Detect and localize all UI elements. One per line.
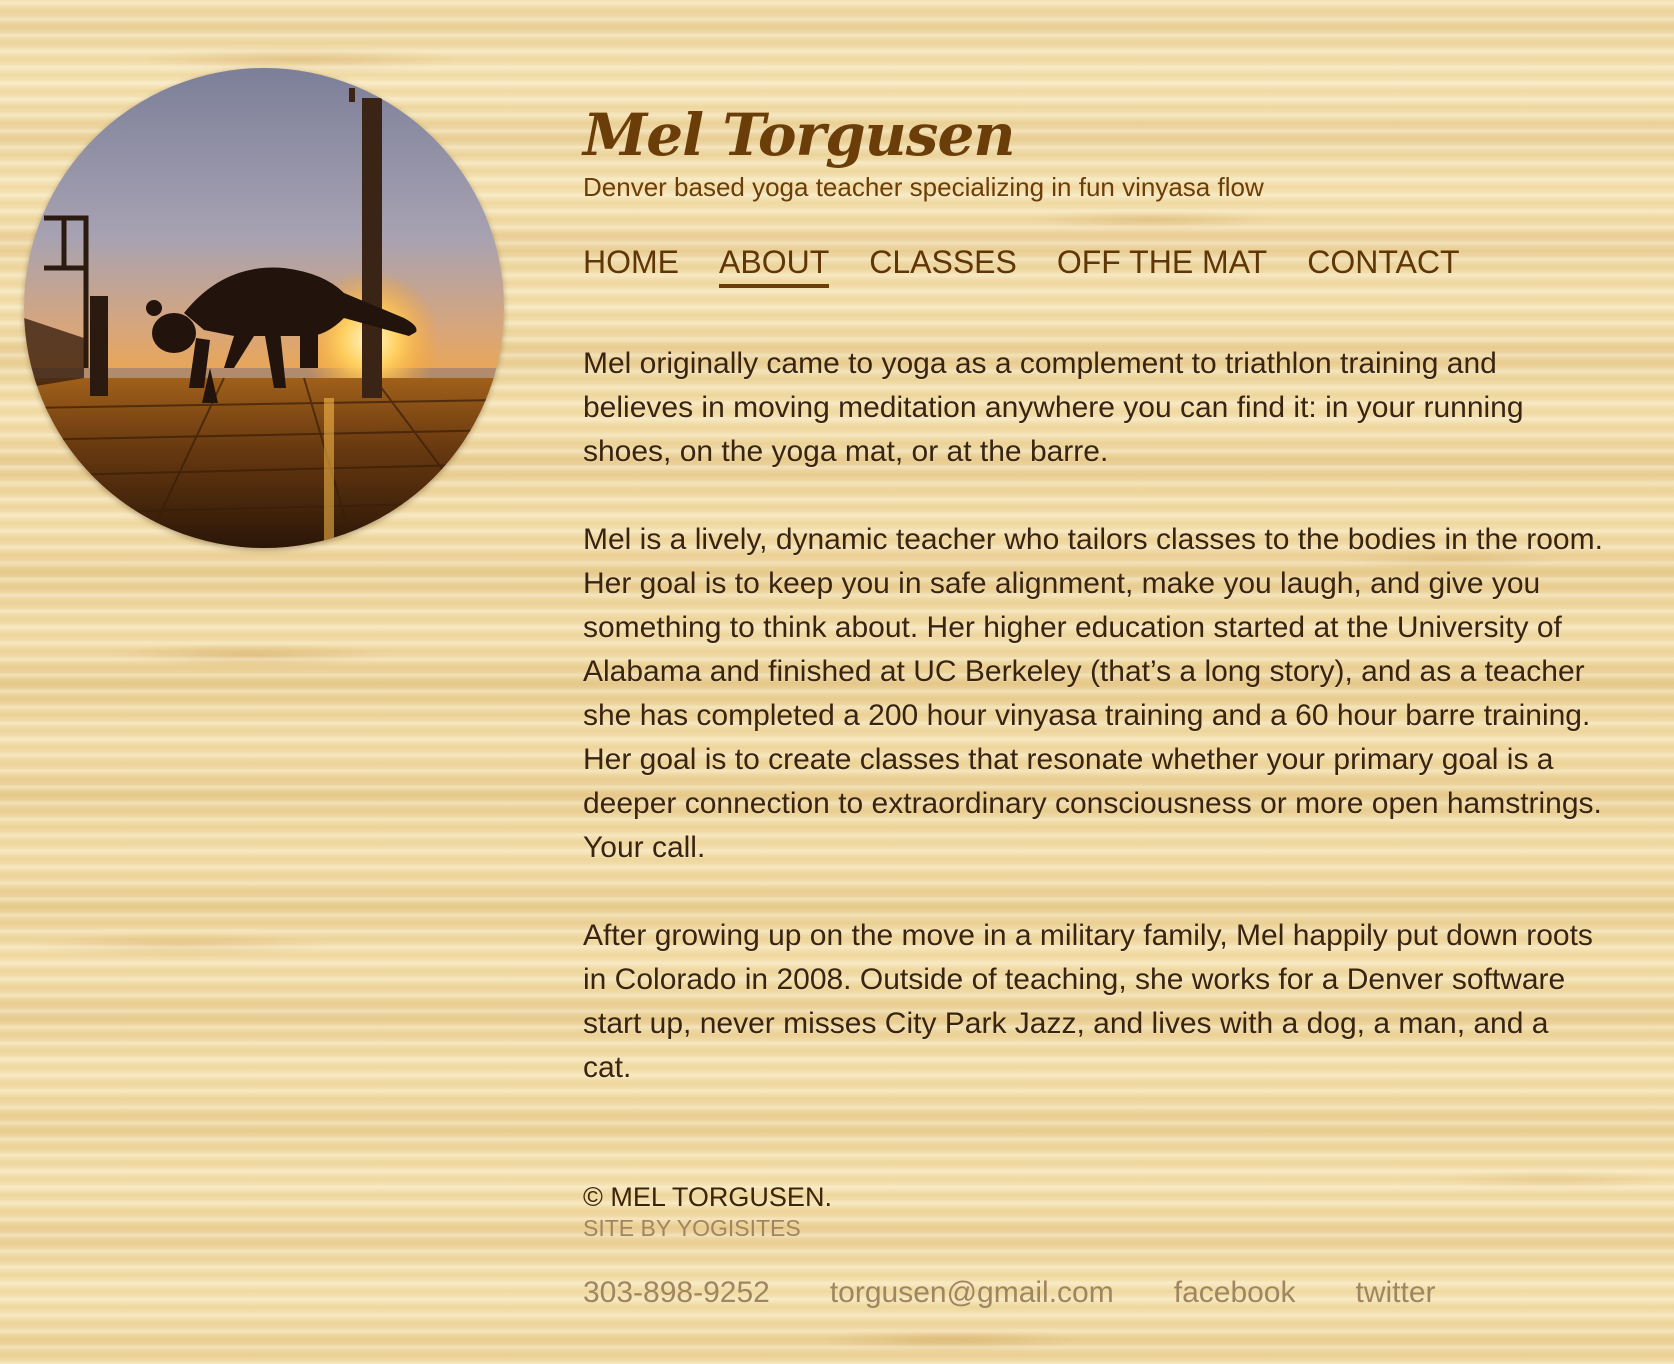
phone-link[interactable]: 303-898-9252: [583, 1276, 770, 1310]
about-paragraph-2: Mel is a lively, dynamic teacher who tai…: [583, 523, 1603, 864]
nav-contact[interactable]: CONTACT: [1307, 242, 1459, 288]
email-link[interactable]: torgusen@gmail.com: [830, 1276, 1114, 1310]
facebook-link[interactable]: facebook: [1174, 1276, 1296, 1310]
nav-classes[interactable]: CLASSES: [869, 242, 1017, 288]
nav-off-the-mat[interactable]: OFF THE MAT: [1057, 242, 1267, 288]
site-tagline: Denver based yoga teacher specializing i…: [583, 172, 1264, 202]
about-content: Mel originally came to yoga as a complem…: [583, 342, 1603, 1090]
main-nav: HOME ABOUT CLASSES OFF THE MAT CONTACT: [583, 242, 1603, 288]
about-paragraph-1: Mel originally came to yoga as a complem…: [583, 347, 1524, 468]
nav-home[interactable]: HOME: [583, 242, 679, 288]
footer: © MEL TORGUSEN. SITE BY YOGISITES 303-89…: [583, 1180, 1603, 1310]
profile-photo: [24, 68, 504, 548]
site-by-link[interactable]: SITE BY YOGISITES: [583, 1214, 1603, 1242]
main-column: Mel Torgusen Denver based yoga teacher s…: [583, 100, 1603, 1134]
site-title[interactable]: Mel Torgusen: [583, 100, 1603, 170]
about-paragraph-3: After growing up on the move in a milita…: [583, 919, 1593, 1084]
contact-links: 303-898-9252 torgusen@gmail.com facebook…: [583, 1276, 1603, 1310]
nav-about[interactable]: ABOUT: [719, 242, 830, 288]
copyright-text: © MEL TORGUSEN.: [583, 1182, 832, 1212]
twitter-link[interactable]: twitter: [1356, 1276, 1436, 1310]
yoga-sunset-photo: [24, 68, 504, 548]
